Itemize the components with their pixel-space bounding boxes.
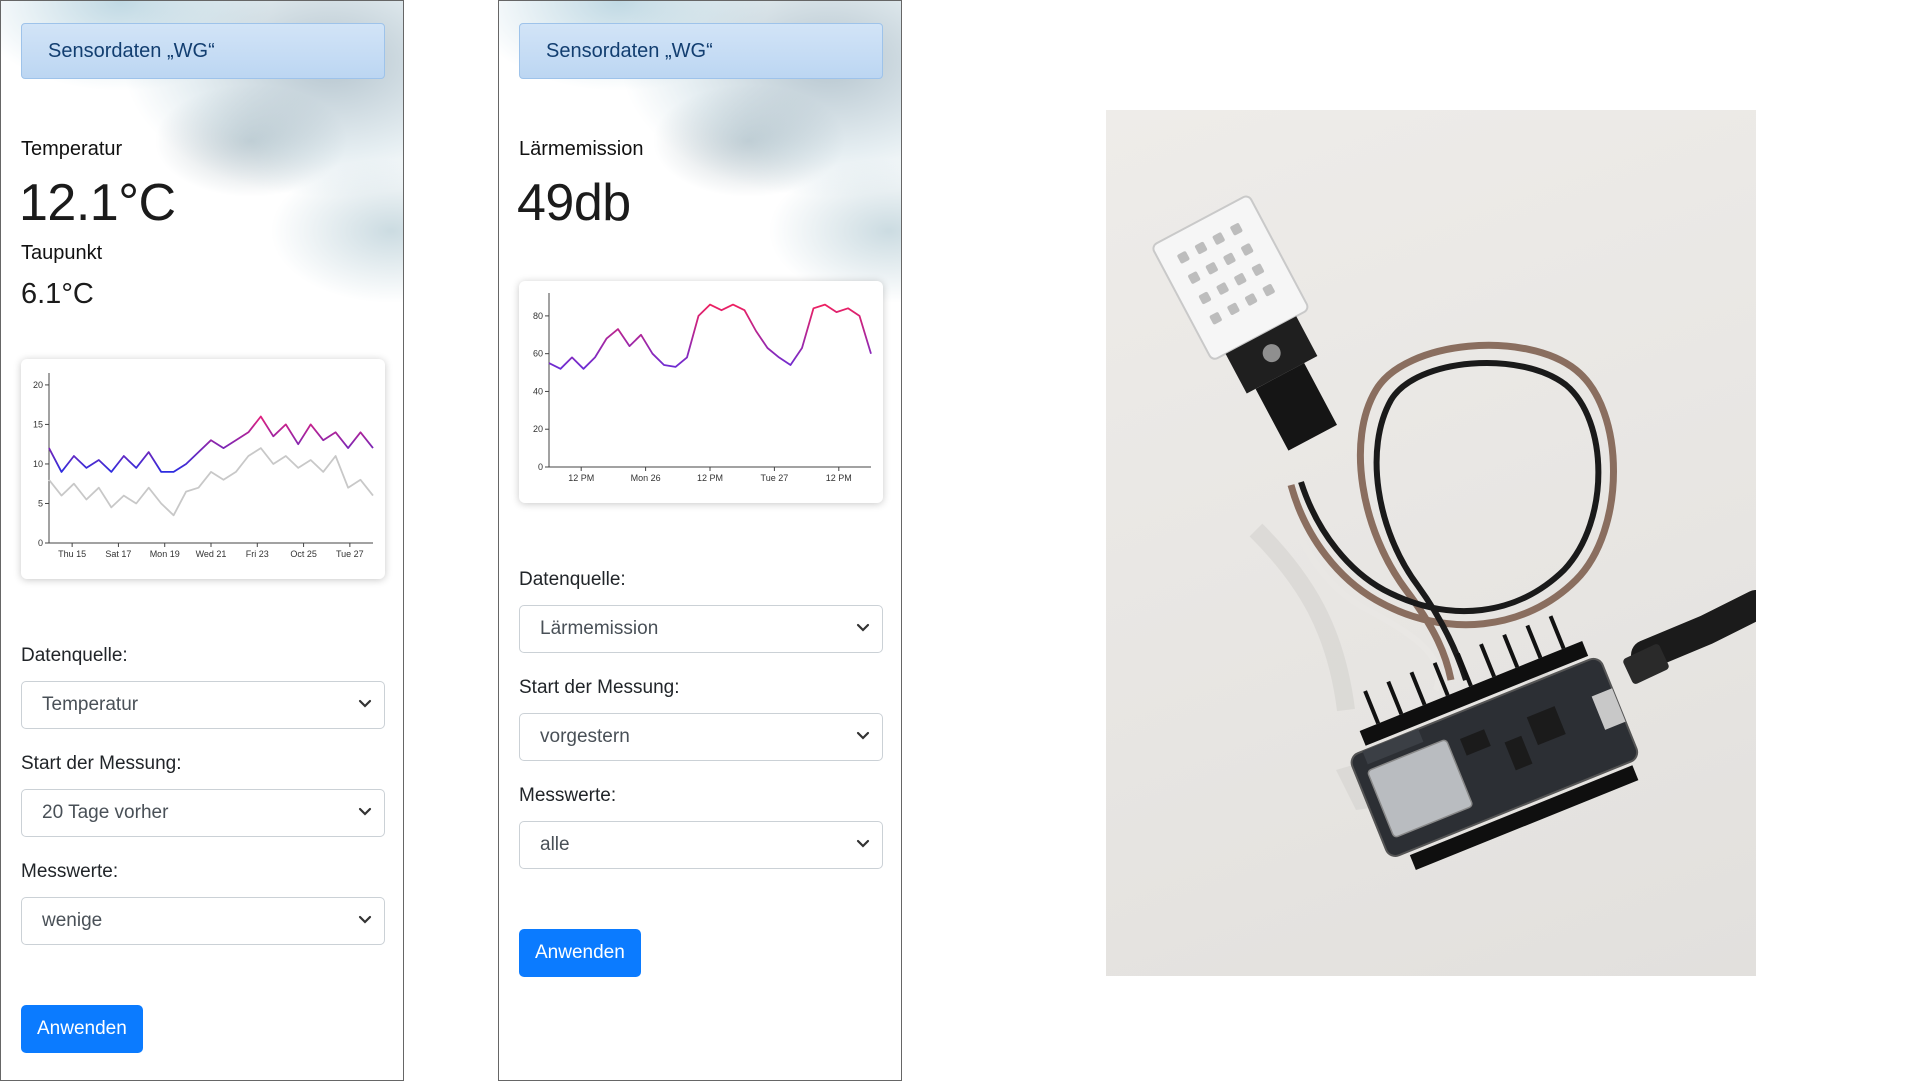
brown-cable xyxy=(1287,341,1617,681)
x-tick-label: Tue 27 xyxy=(761,473,789,483)
values-label: Messwerte: xyxy=(21,861,119,882)
chart-card: 0 5 10 15 20 Thu 15 Sat 17 Mon 19 Wed 21 Fri 23 Oc… xyxy=(21,359,385,579)
temperature-chart: 0 5 10 15 20 Thu 15 Sat 17 Mon 19 Wed 21 Fri 23 Oc… xyxy=(33,373,374,559)
series-line-1 xyxy=(48,447,374,517)
chevron-down-icon xyxy=(856,731,870,740)
data-source-value: Temperatur xyxy=(42,694,139,715)
x-tick-label: Wed 21 xyxy=(196,549,227,559)
start-label: Start der Messung: xyxy=(21,753,182,774)
dht22-sensor xyxy=(1152,195,1337,451)
series-line-0 xyxy=(548,303,872,370)
y-tick-label: 0 xyxy=(38,538,43,548)
apply-button[interactable]: Anwenden xyxy=(21,1005,143,1053)
y-tick-label: 20 xyxy=(533,424,543,434)
start-label: Start der Messung: xyxy=(519,677,680,698)
data-source-select[interactable]: Lärmemission xyxy=(519,605,883,653)
metric-value: 49db xyxy=(517,174,631,232)
y-tick-label: 60 xyxy=(533,349,543,359)
chevron-down-icon xyxy=(856,623,870,632)
y-tick-label: 0 xyxy=(538,462,543,472)
x-tick-label: Mon 19 xyxy=(150,549,180,559)
x-tick-label: Fri 23 xyxy=(246,549,269,559)
start-select[interactable]: vorgestern xyxy=(519,713,883,761)
chart-card: 0 20 40 60 80 12 PM Mon 26 12 PM Tue 27 12 PM xyxy=(519,281,883,503)
metric-value: 12.1°C xyxy=(19,174,176,232)
values-value: alle xyxy=(540,834,570,855)
x-tick-label: 12 PM xyxy=(568,473,594,483)
sensor-hardware-photo xyxy=(1106,110,1756,976)
chevron-down-icon xyxy=(358,807,372,816)
metric-label: Temperatur xyxy=(21,138,123,160)
y-tick-label: 80 xyxy=(533,311,543,321)
data-source-select[interactable]: Temperatur xyxy=(21,681,385,729)
values-label: Messwerte: xyxy=(519,785,617,806)
x-tick-label: Mon 26 xyxy=(631,473,661,483)
phone-screen-temperature: Sensordaten „WG“ Temperatur 12.1°C Taupu… xyxy=(0,0,404,1081)
y-tick-label: 5 xyxy=(38,498,43,508)
values-value: wenige xyxy=(42,910,103,931)
y-tick-label: 15 xyxy=(33,419,43,429)
x-tick-label: 12 PM xyxy=(697,473,723,483)
x-tick-label: 12 PM xyxy=(826,473,852,483)
y-tick-label: 10 xyxy=(33,459,43,469)
esp8266-board xyxy=(1350,615,1639,871)
navbar-brand[interactable]: Sensordaten „WG“ xyxy=(21,23,385,79)
secondary-label: Taupunkt xyxy=(21,242,103,264)
data-source-label: Datenquelle: xyxy=(519,569,626,590)
apply-button[interactable]: Anwenden xyxy=(519,929,641,977)
y-tick-label: 40 xyxy=(533,386,543,396)
series-line-0 xyxy=(48,415,374,473)
black-cable xyxy=(1298,360,1602,681)
chevron-down-icon xyxy=(856,839,870,848)
phone-screen-noise: Sensordaten „WG“ Lärmemission 49db 0 20 40… xyxy=(498,0,902,1081)
metric-label: Lärmemission xyxy=(519,138,644,160)
chevron-down-icon xyxy=(358,699,372,708)
x-tick-label: Sat 17 xyxy=(105,549,131,559)
chevron-down-icon xyxy=(358,915,372,924)
start-select[interactable]: 20 Tage vorher xyxy=(21,789,385,837)
values-select[interactable]: alle xyxy=(519,821,883,869)
values-select[interactable]: wenige xyxy=(21,897,385,945)
x-tick-label: Tue 27 xyxy=(336,549,364,559)
start-value: vorgestern xyxy=(540,726,630,747)
y-tick-label: 20 xyxy=(33,380,43,390)
usb-cable xyxy=(1631,590,1756,670)
data-source-label: Datenquelle: xyxy=(21,645,128,666)
secondary-value: 6.1°C xyxy=(21,278,94,310)
x-tick-label: Thu 15 xyxy=(58,549,86,559)
navbar-brand[interactable]: Sensordaten „WG“ xyxy=(519,23,883,79)
data-source-value: Lärmemission xyxy=(540,618,659,639)
start-value: 20 Tage vorher xyxy=(42,802,169,823)
noise-chart: 0 20 40 60 80 12 PM Mon 26 12 PM Tue 27 12 PM xyxy=(533,293,872,483)
x-tick-label: Oct 25 xyxy=(290,549,317,559)
esp8266-dht22-illustration xyxy=(1152,195,1756,871)
